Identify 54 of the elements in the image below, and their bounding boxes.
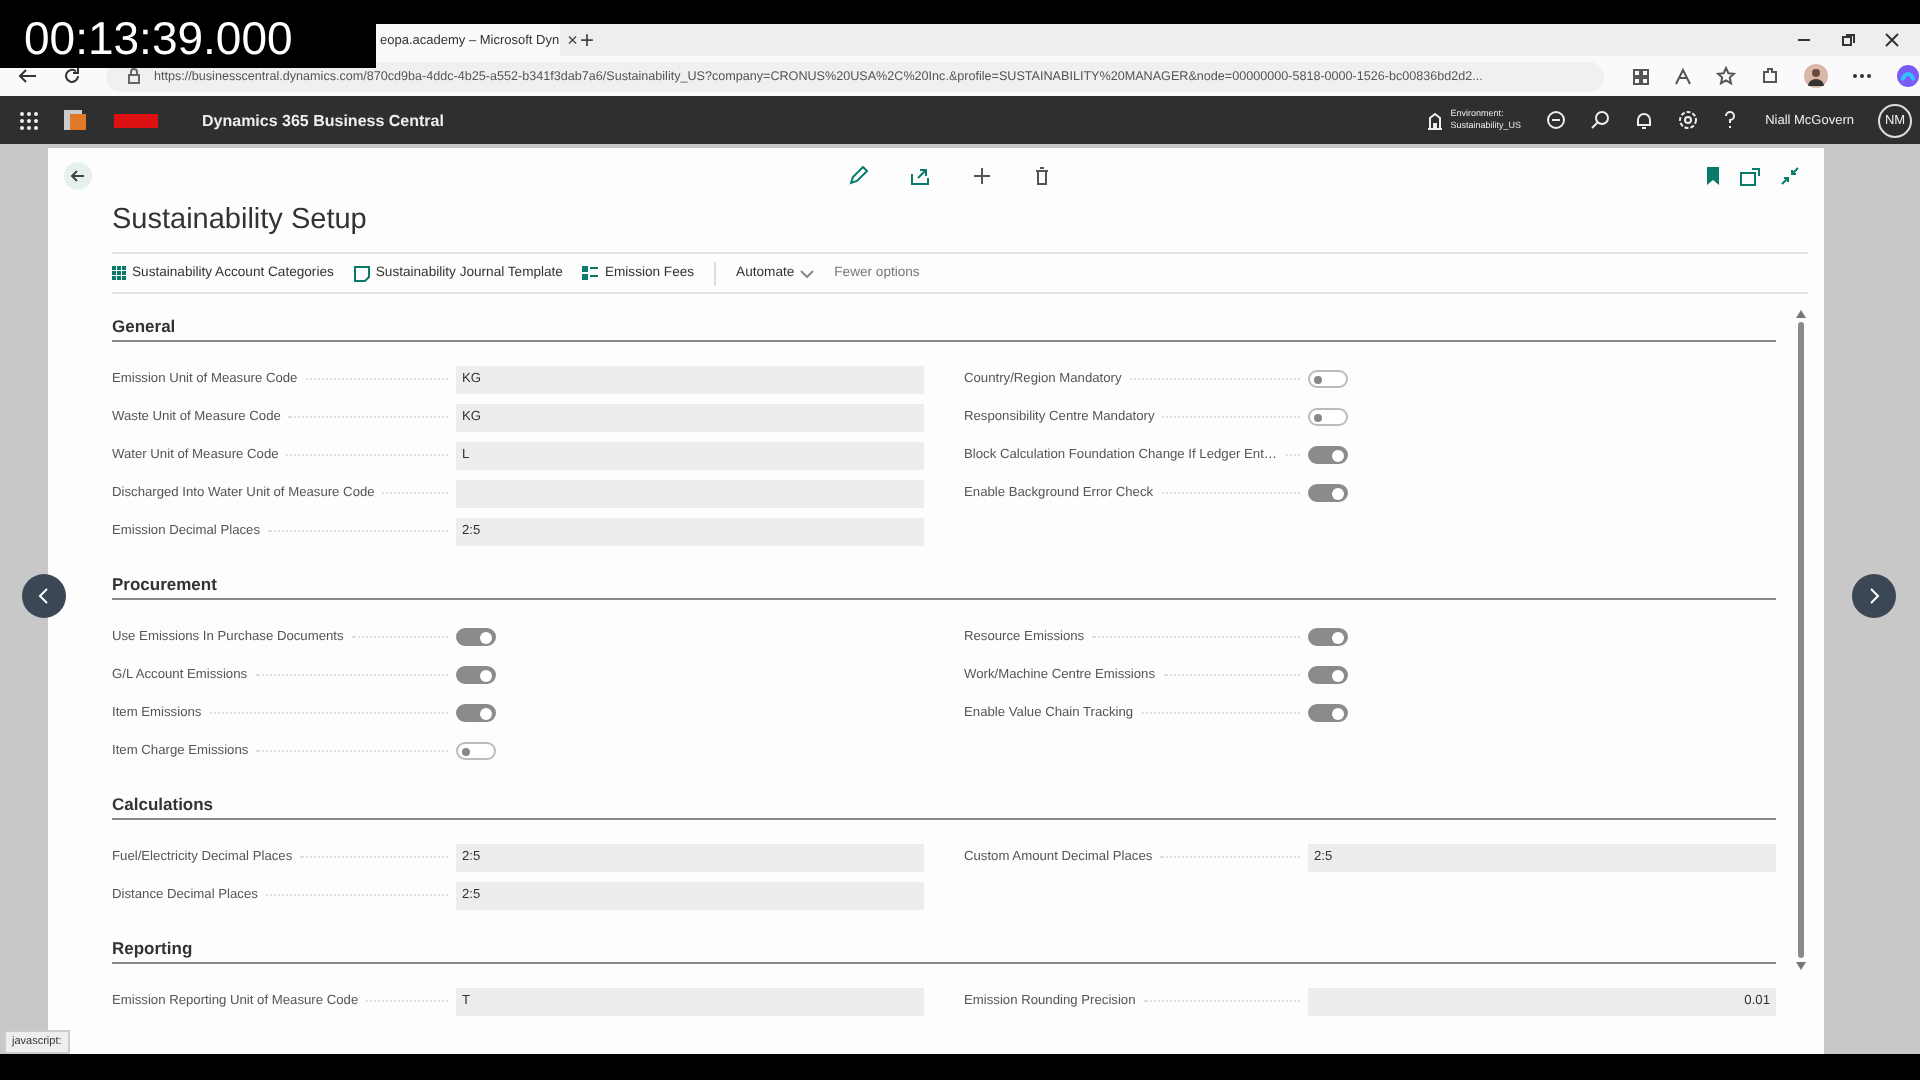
chevron-down-icon	[800, 269, 815, 277]
section-heading[interactable]: Calculations	[112, 788, 1776, 820]
next-record-icon[interactable]	[1852, 574, 1896, 618]
list-icon	[582, 266, 599, 280]
toggle-switch[interactable]	[456, 704, 496, 722]
toggle-switch[interactable]	[456, 742, 496, 760]
lock-icon	[126, 68, 142, 84]
restore-icon[interactable]	[1840, 32, 1856, 48]
grid-icon	[112, 266, 126, 280]
more-icon[interactable]	[1852, 72, 1872, 80]
company-logo-icon	[62, 108, 158, 132]
section-heading[interactable]: General	[112, 310, 1776, 342]
scroll-up-icon	[1795, 310, 1805, 318]
back-icon[interactable]	[18, 66, 38, 86]
toggle-switch[interactable]	[456, 628, 496, 646]
search-icon[interactable]	[1589, 110, 1610, 130]
previous-record-icon[interactable]	[22, 574, 66, 618]
add-icon[interactable]	[972, 166, 992, 186]
share-icon[interactable]	[910, 166, 930, 186]
new-tab-button[interactable]: +	[580, 26, 595, 54]
scroll-down-icon	[1795, 962, 1805, 970]
toggle-switch[interactable]	[1308, 484, 1348, 502]
close-icon[interactable]	[1884, 32, 1900, 48]
toggle-switch[interactable]	[456, 666, 496, 684]
section-heading[interactable]: Procurement	[112, 568, 1776, 600]
profile-icon[interactable]	[1804, 64, 1828, 88]
product-name: Dynamics 365 Business Central	[202, 111, 444, 129]
toggle-switch[interactable]	[1308, 628, 1348, 646]
toggle-switch[interactable]	[1308, 370, 1348, 388]
app-launcher-icon[interactable]	[20, 111, 38, 129]
toggle-switch[interactable]	[1308, 666, 1348, 684]
settings-icon[interactable]	[1677, 110, 1698, 130]
section-heading[interactable]: Reporting	[112, 932, 1776, 964]
page-icon	[353, 265, 370, 281]
refresh-icon[interactable]	[62, 66, 82, 86]
collapse-icon[interactable]	[1780, 166, 1800, 186]
delete-icon[interactable]	[1034, 166, 1050, 186]
help-icon[interactable]	[1721, 110, 1738, 130]
extensions-icon[interactable]	[1760, 66, 1780, 86]
page-title: Sustainability Setup	[112, 204, 369, 240]
bell-icon[interactable]	[1633, 110, 1654, 130]
toggle-switch[interactable]	[1308, 704, 1348, 722]
edit-icon[interactable]	[848, 166, 868, 186]
bookmark-icon[interactable]	[1706, 166, 1720, 186]
grid-icon[interactable]	[1632, 67, 1650, 85]
scrollbar-thumb[interactable]	[1797, 322, 1803, 958]
open-new-window-icon[interactable]	[1740, 167, 1760, 185]
read-aloud-icon[interactable]	[1674, 67, 1692, 85]
building-icon	[1426, 111, 1445, 129]
star-icon[interactable]	[1716, 66, 1736, 86]
tab-close-button[interactable]: ×	[567, 30, 578, 50]
toggle-switch[interactable]	[1308, 408, 1348, 426]
back-button-icon[interactable]	[64, 162, 92, 190]
toggle-switch[interactable]	[1308, 446, 1348, 464]
